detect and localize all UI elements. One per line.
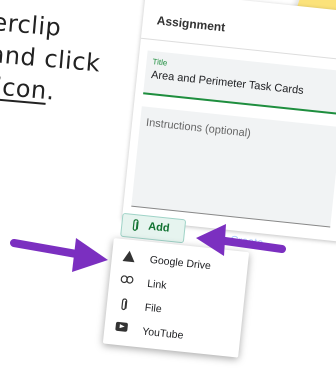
annotation-arrows [10,224,286,272]
left-arrow-icon [10,238,108,272]
right-arrow-icon [196,224,286,256]
